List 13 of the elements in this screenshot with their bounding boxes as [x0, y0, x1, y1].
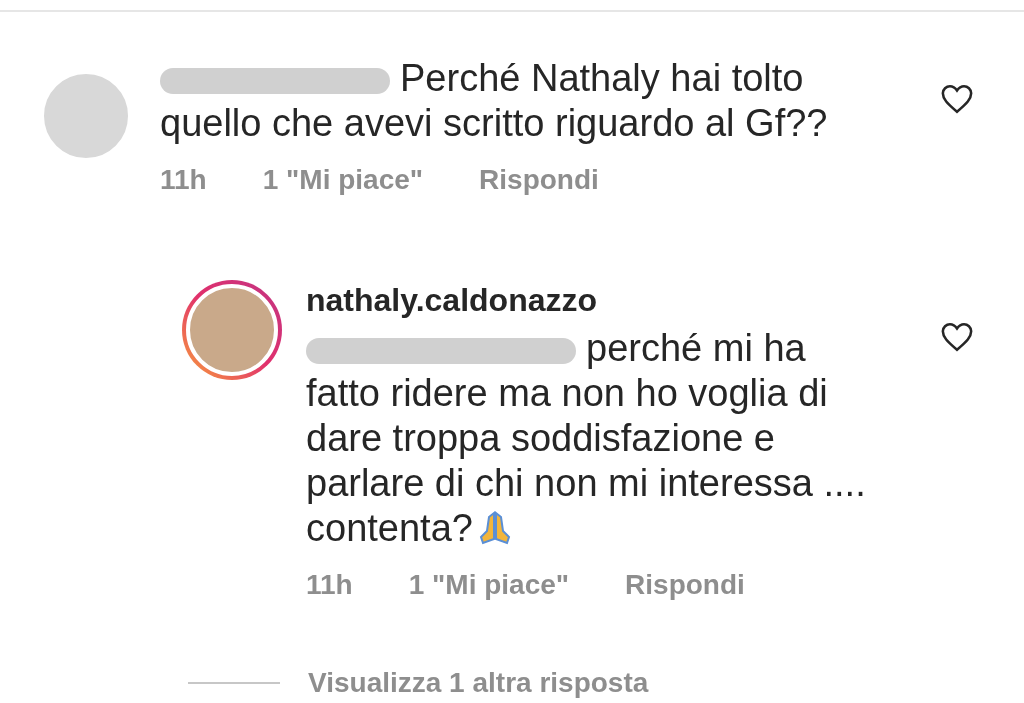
- heart-icon[interactable]: [940, 82, 974, 116]
- username[interactable]: nathaly.caldonazzo: [306, 280, 930, 320]
- view-replies-link[interactable]: Visualizza 1 altra risposta: [308, 667, 649, 699]
- time-label: 11h: [306, 569, 353, 601]
- likes-link[interactable]: 1 "Mi piace": [408, 569, 570, 601]
- avatar[interactable]: [186, 284, 278, 376]
- comment-text: Perché Nathaly hai tolto quello che avevi scritto riguardo al Gf??: [160, 56, 829, 146]
- heart-icon[interactable]: [940, 320, 974, 354]
- likes-link[interactable]: 1 "Mi piace": [262, 164, 424, 196]
- comment-text: perché mi ha fatto ridere ma non ho voglia di dare troppa soddisfazione e parlare di chi non mi interessa .... contenta?: [306, 326, 866, 551]
- time-label: 11h: [160, 164, 207, 196]
- reply-link[interactable]: Rispondi: [625, 569, 745, 601]
- reply-link[interactable]: Rispondi: [479, 164, 599, 196]
